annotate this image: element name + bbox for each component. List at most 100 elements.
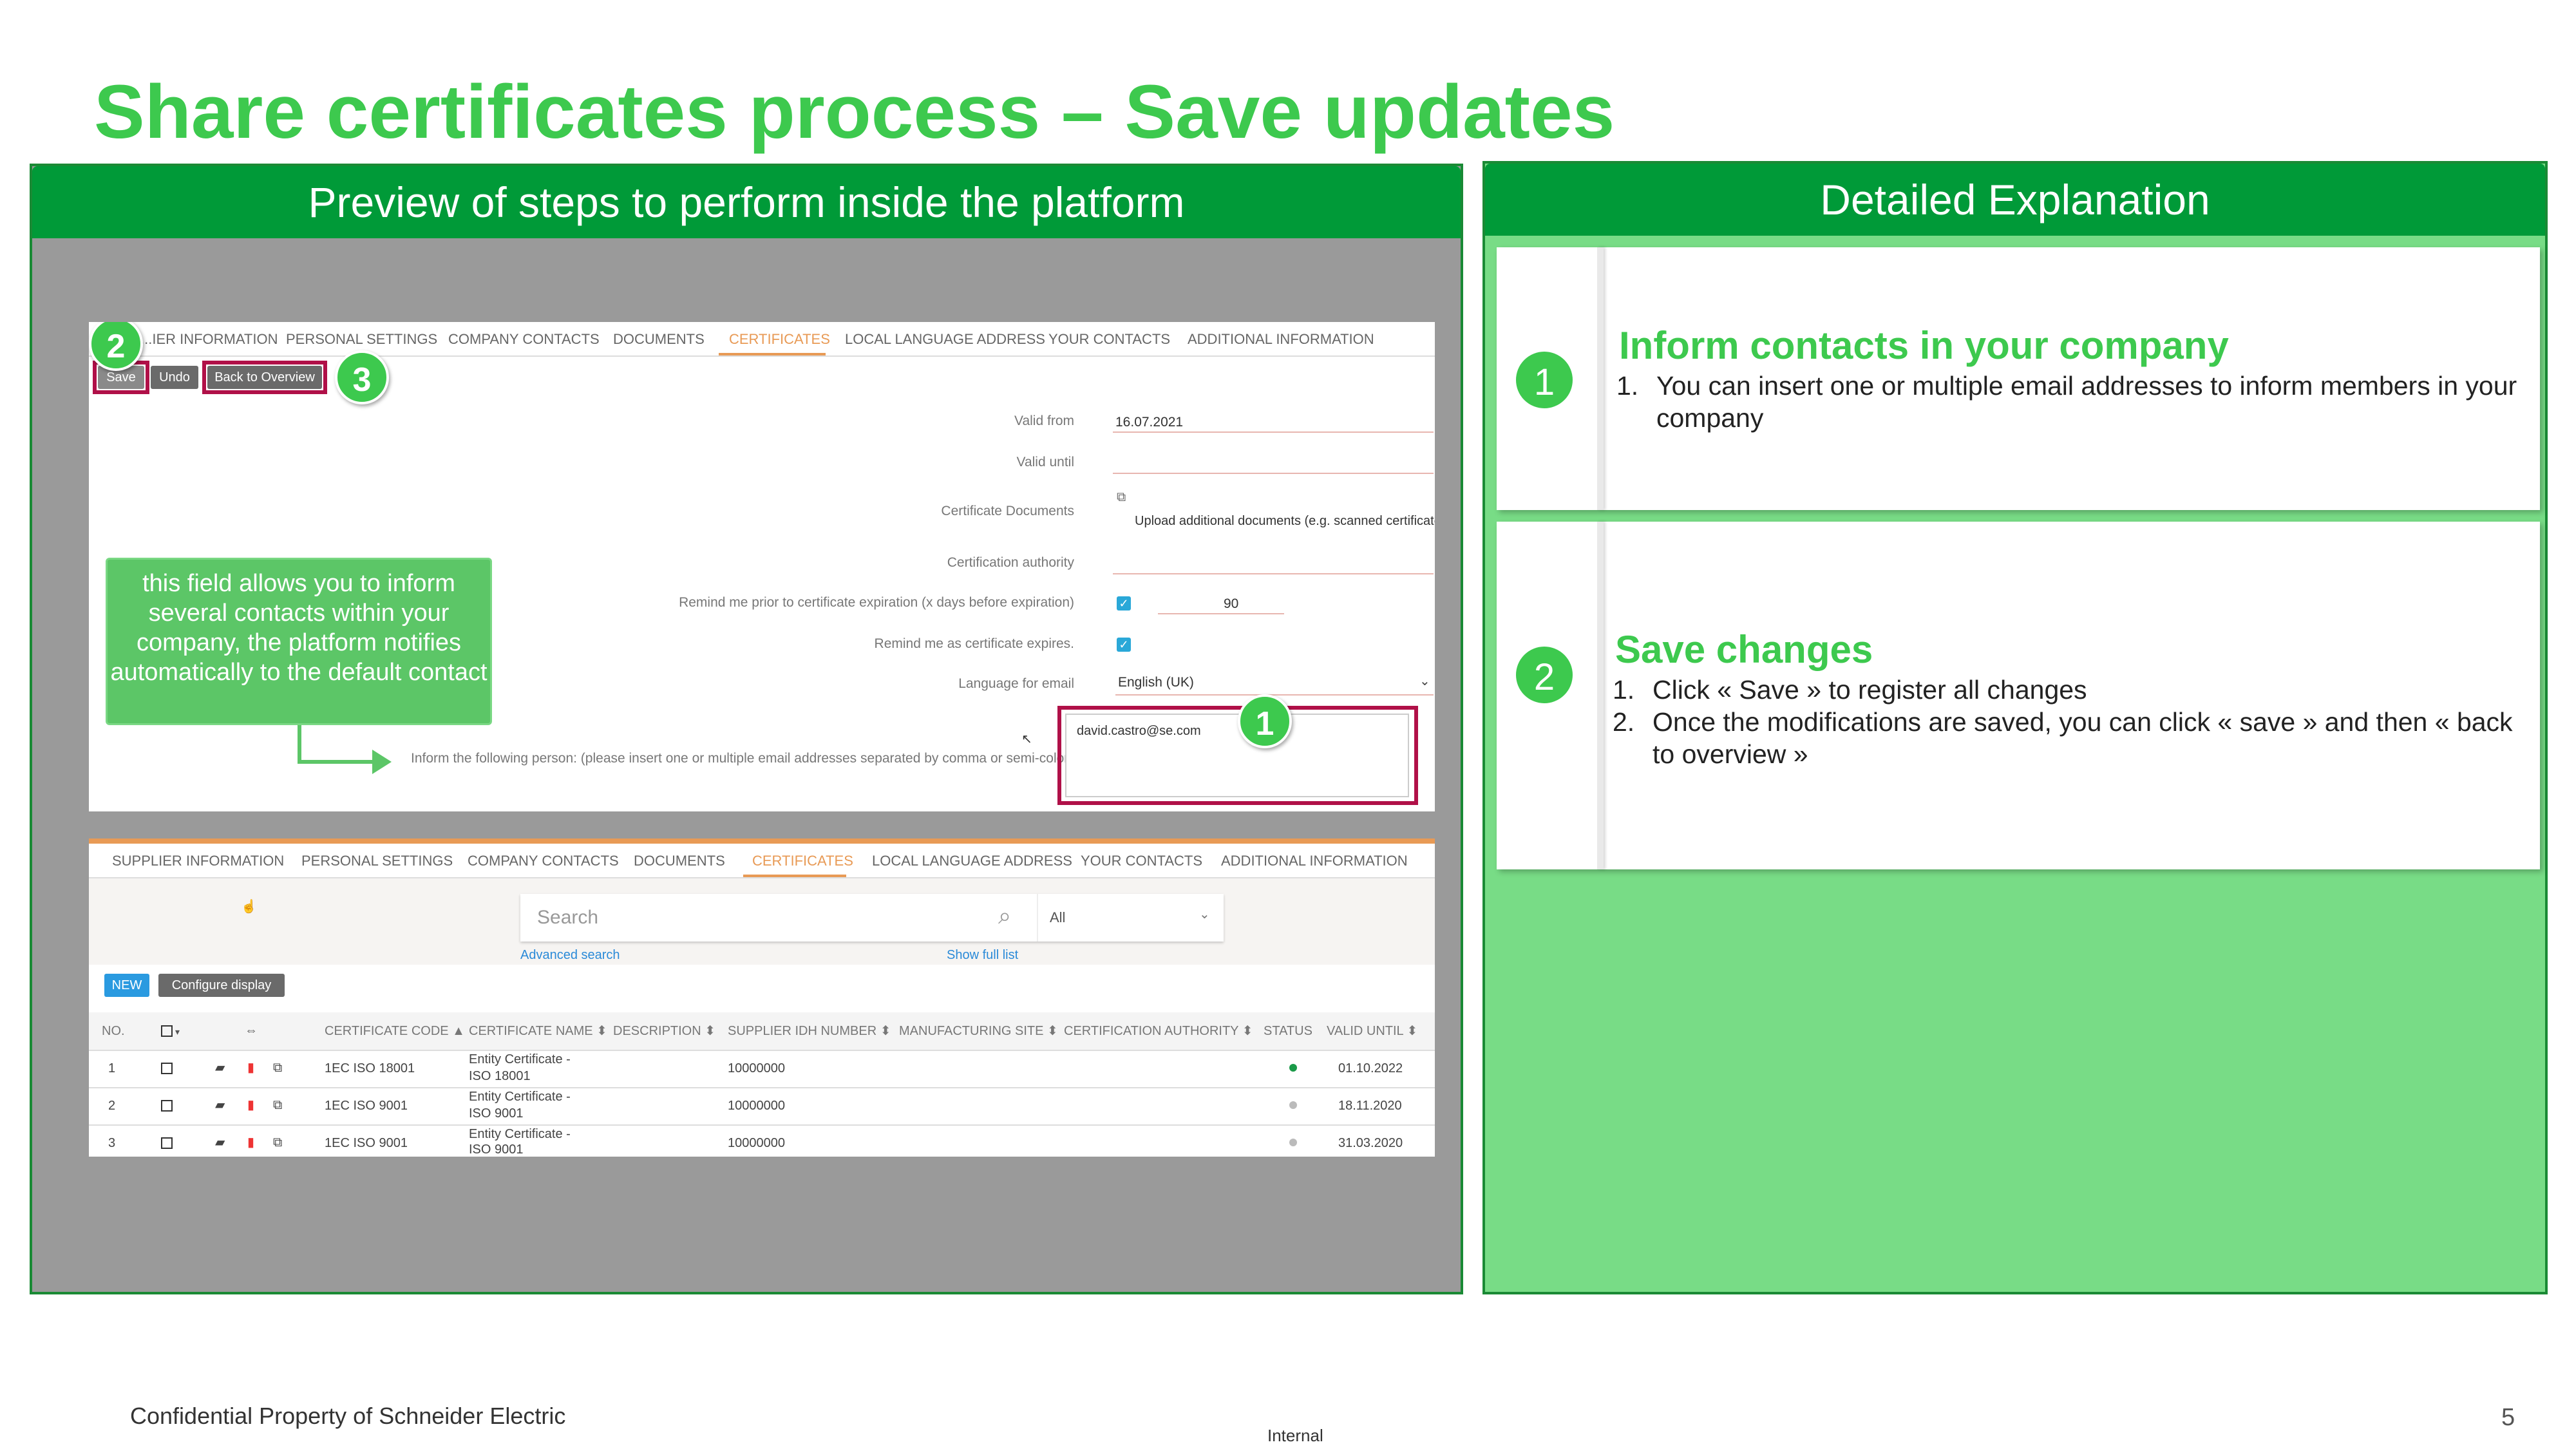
tab-supplier-information[interactable]: SUPPLIER INFORMATION — [112, 853, 284, 869]
certification-authority-label: Certification authority — [947, 555, 1074, 570]
folder-icon[interactable]: ▰ — [215, 1136, 225, 1149]
cell-certificate-code: 1EC ISO 18001 — [325, 1061, 415, 1075]
copy-icon[interactable]: ⧉ — [273, 1099, 282, 1112]
tab-personal-settings[interactable]: PERSONAL SETTINGS — [301, 853, 453, 869]
tab-additional-information[interactable]: ADDITIONAL INFORMATION — [1188, 331, 1374, 348]
select-all-checkbox[interactable] — [161, 1025, 173, 1037]
filter-select[interactable]: All — [1050, 909, 1065, 926]
col-certificate-name[interactable]: CERTIFICATE NAME ⬍ — [469, 1012, 607, 1050]
tab-supplier-information[interactable]: ...IER INFORMATION — [140, 331, 278, 348]
card-steps: 1. Click « Save » to register all changes… — [1613, 674, 2527, 770]
card-step: 2. Once the modifications are saved, you … — [1613, 707, 2513, 769]
delete-icon[interactable]: ▮ — [247, 1099, 254, 1112]
delete-icon[interactable]: ▮ — [247, 1136, 254, 1149]
tab-local-language-address[interactable]: LOCAL LANGUAGE ADDRESS — [845, 331, 1045, 348]
table-row[interactable]: 2 ▰ ▮ ⧉ 1EC ISO 9001 Entity Certificate … — [89, 1088, 1435, 1124]
active-tab-indicator — [743, 875, 846, 877]
table-row[interactable]: 1 ▰ ▮ ⧉ 1EC ISO 18001 Entity Certificate… — [89, 1051, 1435, 1087]
cell-certificate-name: Entity Certificate - — [469, 1090, 571, 1104]
chevron-down-icon[interactable]: ⌄ — [1199, 908, 1210, 921]
copy-icon[interactable]: ⧉ — [273, 1061, 282, 1074]
valid-from-input[interactable]: 16.07.2021 — [1115, 415, 1183, 430]
callout-note: this field allows you to inform several … — [106, 558, 492, 725]
language-label: Language for email — [958, 676, 1074, 691]
search-divider — [1037, 894, 1038, 942]
card-step: 1. Click « Save » to register all changes — [1613, 675, 2087, 705]
show-full-list-link[interactable]: Show full list — [947, 948, 1018, 963]
row-number: 2 — [108, 1099, 116, 1113]
slide-title: Share certificates process – Save update… — [94, 70, 1615, 155]
tab-local-language-address[interactable]: LOCAL LANGUAGE ADDRESS — [872, 853, 1072, 869]
folder-icon[interactable]: ▰ — [215, 1099, 225, 1112]
status-active-icon — [1289, 1064, 1297, 1072]
cell-certificate-code: 1EC ISO 9001 — [325, 1099, 408, 1113]
tab-documents[interactable]: DOCUMENTS — [634, 853, 725, 869]
tab-certificates[interactable]: CERTIFICATES — [752, 853, 853, 869]
row-number: 3 — [108, 1136, 116, 1150]
card-steps: 1. You can insert one or multiple email a… — [1616, 370, 2531, 434]
certificates-list-screen: SUPPLIER INFORMATION PERSONAL SETTINGS C… — [89, 838, 1435, 1157]
card-step-text: You can insert one or multiple email add… — [1656, 371, 2517, 433]
upload-icon[interactable]: ⧉ — [1117, 491, 1126, 504]
certificates-table: NO. ▾ ⇔ CERTIFICATE CODE ▲ CERTIFICATE N… — [89, 1012, 1435, 1157]
tab-your-contacts[interactable]: YOUR CONTACTS — [1048, 331, 1170, 348]
remind-days-underline — [1158, 613, 1284, 614]
col-certificate-code[interactable]: CERTIFICATE CODE ▲ — [325, 1012, 465, 1050]
remind-expire-checkbox[interactable]: ✓ — [1117, 638, 1131, 652]
col-no: NO. — [102, 1024, 125, 1038]
expand-columns-icon[interactable]: ⇔ — [245, 1024, 258, 1037]
valid-until-input[interactable] — [1113, 473, 1434, 474]
inform-label: Inform the following person: (please ins… — [411, 751, 1076, 766]
col-supplier-idh-number[interactable]: SUPPLIER IDH NUMBER ⬍ — [728, 1012, 891, 1050]
back-highlight — [202, 361, 327, 394]
tab-bar: ...IER INFORMATION PERSONAL SETTINGS COM… — [89, 322, 1435, 357]
tab-your-contacts[interactable]: YOUR CONTACTS — [1081, 853, 1202, 869]
folder-icon[interactable]: ▰ — [215, 1061, 225, 1074]
table-row[interactable]: 3 ▰ ▮ ⧉ 1EC ISO 9001 Entity Certificate … — [89, 1126, 1435, 1157]
col-valid-until[interactable]: VALID UNTIL ⬍ — [1327, 1012, 1417, 1050]
card-divider — [1597, 522, 1604, 869]
copy-icon[interactable]: ⧉ — [273, 1136, 282, 1149]
tab-additional-information[interactable]: ADDITIONAL INFORMATION — [1221, 853, 1408, 869]
tab-company-contacts[interactable]: COMPANY CONTACTS — [448, 331, 600, 348]
col-description[interactable]: DESCRIPTION ⬍ — [613, 1012, 715, 1050]
delete-icon[interactable]: ▮ — [247, 1061, 254, 1074]
mouse-cursor-icon: ↖ — [1021, 732, 1032, 746]
configure-display-button[interactable]: Configure display — [158, 974, 285, 997]
card-divider — [1597, 247, 1604, 510]
row-checkbox[interactable] — [161, 1063, 173, 1074]
col-certification-authority[interactable]: CERTIFICATION AUTHORITY ⬍ — [1064, 1012, 1253, 1050]
certification-authority-input[interactable] — [1113, 573, 1434, 574]
cell-idh-number: 10000000 — [728, 1136, 785, 1150]
explanation-card-1: 1 Inform contacts in your company 1. You … — [1497, 247, 2540, 510]
undo-button[interactable]: Undo — [151, 366, 198, 389]
explanation-card-2: 2 Save changes 1. Click « Save » to regis… — [1497, 522, 2540, 869]
new-button[interactable]: NEW — [104, 974, 149, 997]
search-input[interactable]: Search — [537, 907, 598, 929]
certificate-documents-label: Certificate Documents — [941, 504, 1074, 518]
remind-days-input[interactable]: 90 — [1224, 596, 1238, 612]
col-status: STATUS — [1264, 1024, 1312, 1038]
cell-certificate-name-line2: ISO 9001 — [469, 1142, 524, 1157]
row-checkbox[interactable] — [161, 1137, 173, 1149]
language-underline — [1115, 694, 1434, 696]
tab-certificates[interactable]: CERTIFICATES — [729, 331, 830, 348]
cell-certificate-name: Entity Certificate - — [469, 1052, 571, 1066]
col-manufacturing-site[interactable]: MANUFACTURING SITE ⬍ — [899, 1012, 1058, 1050]
callout-arrow-shaft — [298, 760, 375, 764]
remind-prior-checkbox[interactable]: ✓ — [1117, 596, 1131, 611]
valid-until-label: Valid until — [1016, 455, 1075, 469]
language-select[interactable]: English (UK) — [1118, 675, 1194, 690]
row-checkbox[interactable] — [161, 1100, 173, 1112]
search-icon[interactable]: ⌕ — [998, 904, 1011, 927]
cell-idh-number: 10000000 — [728, 1099, 785, 1113]
chevron-down-icon[interactable]: ▾ — [175, 1025, 180, 1038]
explanation-panel: Detailed Explanation 1 Inform contacts i… — [1482, 161, 2548, 1294]
upload-hint: Upload additional documents (e.g. scanne… — [1135, 514, 1435, 528]
tab-company-contacts[interactable]: COMPANY CONTACTS — [468, 853, 619, 869]
advanced-search-link[interactable]: Advanced search — [520, 948, 620, 963]
tab-personal-settings[interactable]: PERSONAL SETTINGS — [286, 331, 437, 348]
cell-valid-until: 01.10.2022 — [1338, 1061, 1403, 1075]
tab-documents[interactable]: DOCUMENTS — [613, 331, 705, 348]
chevron-down-icon[interactable]: ⌄ — [1419, 675, 1430, 688]
